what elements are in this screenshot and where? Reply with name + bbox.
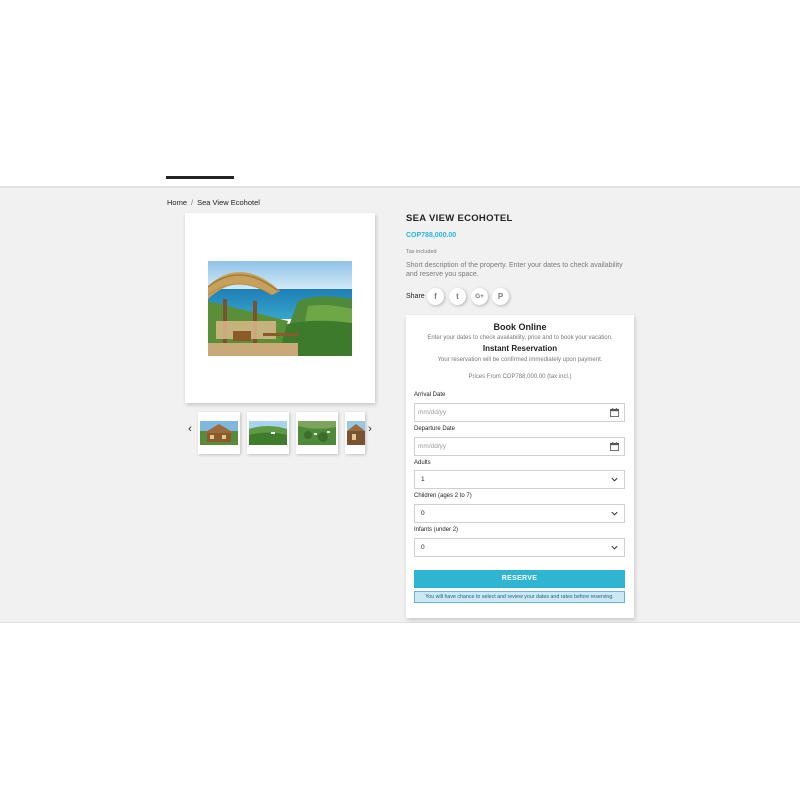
header-area <box>0 0 800 188</box>
nav-active-indicator <box>166 176 234 179</box>
chevron-right-icon[interactable]: › <box>365 423 375 435</box>
adults-select[interactable]: 1 <box>414 470 625 489</box>
pinterest-icon[interactable]: P <box>492 288 509 305</box>
booking-title: Book Online <box>493 322 547 332</box>
chevron-down-icon[interactable] <box>610 509 619 518</box>
prices-from: Prices From COP788,000.00 (tax incl.) <box>468 374 572 380</box>
google-plus-icon[interactable]: G+ <box>471 288 488 305</box>
booking-subtitle: Enter your dates to check availability, … <box>427 335 613 341</box>
children-value: 0 <box>421 510 425 517</box>
content-bottom-divider <box>0 622 800 623</box>
children-label: Children (ages 2 to 7) <box>414 493 472 499</box>
calendar-icon[interactable] <box>610 442 619 451</box>
product-price: COP788,000.00 <box>406 232 457 239</box>
chevron-down-icon[interactable] <box>610 543 619 552</box>
content-background <box>0 188 800 623</box>
thumbnail-4[interactable] <box>345 412 365 454</box>
twitter-icon[interactable]: t <box>449 288 466 305</box>
infants-value: 0 <box>421 544 425 551</box>
arrival-date-placeholder: mm/dd/yy <box>418 409 447 416</box>
adults-label: Adults <box>414 460 431 466</box>
departure-date-label: Departure Date <box>414 426 456 432</box>
thumbnail-carousel: ‹ › <box>185 410 375 456</box>
thumbnail-2[interactable] <box>247 412 289 454</box>
product-photo <box>208 261 352 356</box>
facebook-icon[interactable]: f <box>427 288 444 305</box>
reserve-button[interactable]: RESERVE <box>414 570 625 588</box>
product-description: Short description of the property. Enter… <box>406 262 623 278</box>
arrival-date-input[interactable]: mm/dd/yy <box>414 403 625 422</box>
booking-form: Book Online Enter your dates to check av… <box>406 315 634 618</box>
infants-label: Infants (under 2) <box>414 527 459 533</box>
thumbnail-3[interactable] <box>296 412 338 454</box>
instant-reservation-note: Your reservation will be confirmed immed… <box>437 357 603 363</box>
breadcrumb-current[interactable]: Sea View Ecohotel <box>197 198 260 207</box>
calendar-icon[interactable] <box>610 408 619 417</box>
departure-date-placeholder: mm/dd/yy <box>418 443 447 450</box>
product-title: SEA VIEW ECOHOTEL <box>406 213 513 224</box>
children-select[interactable]: 0 <box>414 504 625 523</box>
chevron-down-icon[interactable] <box>610 475 619 484</box>
instant-reservation-title: Instant Reservation <box>482 344 558 353</box>
chevron-left-icon[interactable]: ‹ <box>185 423 195 435</box>
arrival-date-label: Arrival Date <box>414 392 446 398</box>
infants-select[interactable]: 0 <box>414 538 625 557</box>
thumbnail-1[interactable] <box>198 412 240 454</box>
adults-value: 1 <box>421 476 425 483</box>
share-label: Share <box>406 293 425 300</box>
reserve-note: You will have chance to select and revie… <box>414 591 625 603</box>
tax-label: Tax included <box>406 249 437 255</box>
departure-date-input[interactable]: mm/dd/yy <box>414 437 625 456</box>
breadcrumb-separator: / <box>191 198 194 207</box>
breadcrumb: Home / Sea View Ecohotel <box>167 198 260 207</box>
main-product-image[interactable] <box>185 213 375 403</box>
breadcrumb-home-link[interactable]: Home <box>167 198 187 207</box>
